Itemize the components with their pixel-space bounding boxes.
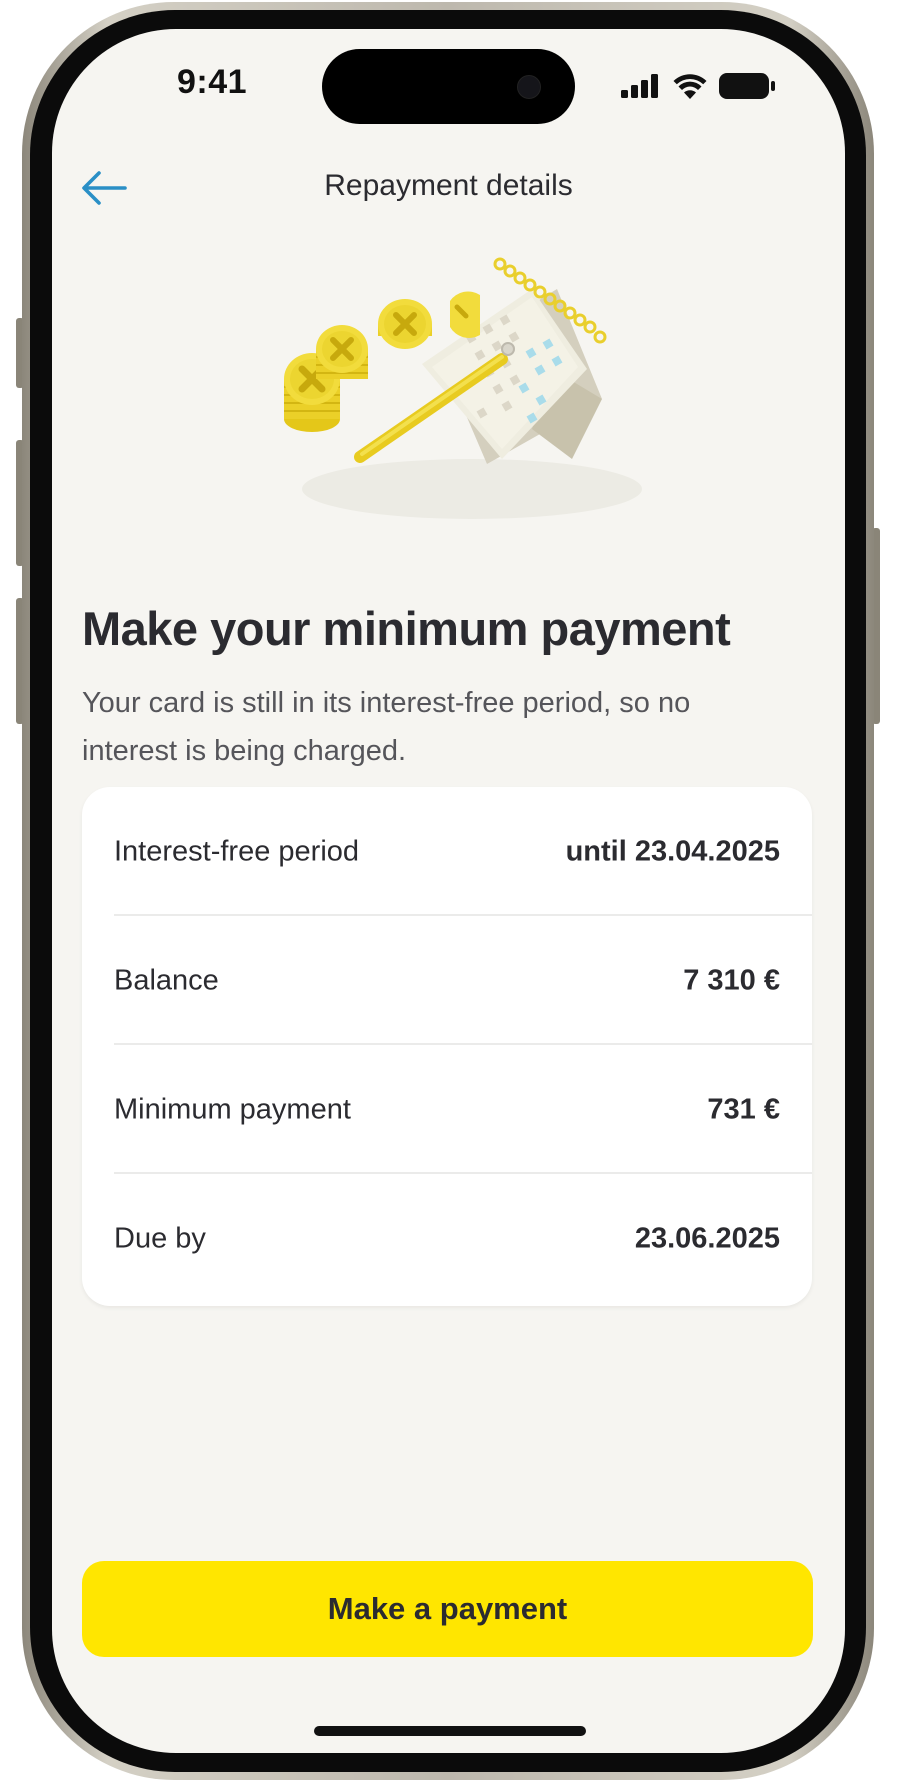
camera-icon	[517, 75, 541, 99]
signal-icon	[621, 74, 658, 98]
screen: 9:41 Repayment details Make your minimum…	[52, 29, 845, 1753]
dynamic-island	[322, 49, 575, 124]
detail-value: 731 €	[707, 1093, 780, 1125]
page-title: Repayment details	[324, 169, 573, 202]
status-icons	[621, 71, 775, 101]
repayment-details-card: Interest-free period until 23.04.2025 Ba…	[82, 787, 812, 1306]
detail-row-minimum-payment: Minimum payment 731 €	[114, 1045, 812, 1174]
home-indicator	[314, 1726, 586, 1736]
detail-row-balance: Balance 7 310 €	[114, 916, 812, 1045]
wifi-icon	[673, 74, 707, 99]
detail-row-interest-free-period: Interest-free period until 23.04.2025	[114, 787, 812, 916]
detail-value: 23.06.2025	[634, 1222, 780, 1254]
battery-icon	[719, 73, 775, 99]
make-payment-button[interactable]: Make a payment	[82, 1561, 813, 1657]
detail-label: Due by	[114, 1222, 206, 1254]
coins-and-calendar-illustration	[284, 257, 642, 519]
detail-label: Interest-free period	[114, 835, 360, 867]
headline: Make your minimum payment	[82, 602, 731, 655]
detail-value: until 23.04.2025	[565, 835, 780, 867]
description: Your card is still in its interest-free …	[82, 687, 691, 767]
detail-label: Minimum payment	[114, 1093, 351, 1125]
status-time: 9:41	[176, 63, 248, 101]
detail-value: 7 310 €	[683, 964, 780, 996]
detail-label: Balance	[114, 964, 219, 996]
detail-row-due-by: Due by 23.06.2025	[114, 1174, 812, 1303]
